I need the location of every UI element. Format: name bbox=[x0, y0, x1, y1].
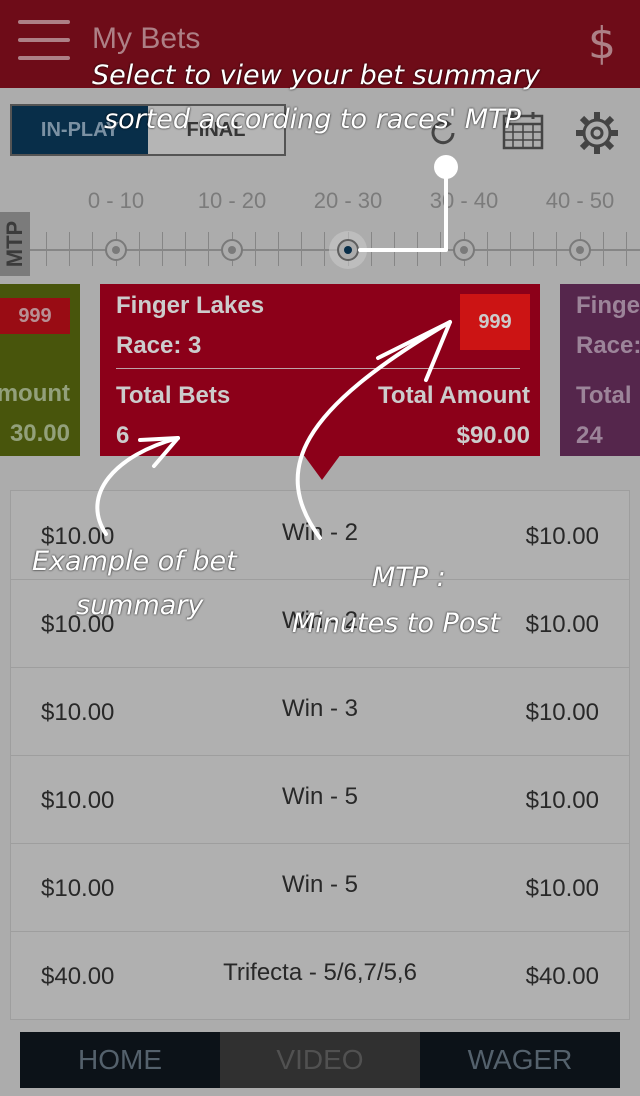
annotation-mtp-line2: Minutes to Post bbox=[292, 608, 501, 639]
annotation-select-line2: sorted according to races' MTP bbox=[104, 104, 521, 135]
annotation-example-line2: summary bbox=[76, 590, 204, 621]
annotation-example-line1: Example of bet bbox=[32, 546, 237, 577]
annotation-mtp-line1: MTP : bbox=[372, 562, 446, 593]
annotation-select-line1: Select to view your bet summary bbox=[92, 60, 540, 91]
